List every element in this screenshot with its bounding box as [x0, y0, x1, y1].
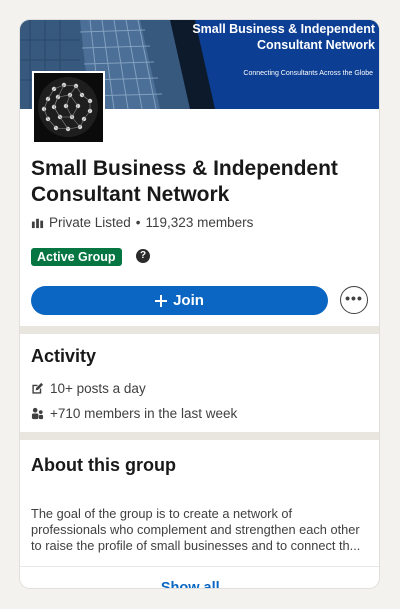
about-description: The goal of the group is to create a net… [31, 506, 371, 554]
join-button[interactable]: Join [31, 286, 328, 315]
edit-icon [32, 382, 44, 394]
help-icon[interactable]: ? [136, 249, 150, 263]
about-heading: About this group [31, 455, 176, 475]
active-group-badge: Active Group [31, 248, 122, 266]
about-line: to raise the profile of small businesses… [31, 538, 361, 553]
plus-icon [155, 294, 168, 307]
activity-heading: Activity [31, 346, 97, 366]
group-name: Small Business & Independent Consultant … [31, 157, 338, 206]
activity-item: 10+ posts a day [31, 381, 146, 396]
activity-section: Activity 10+ posts a day +710 members in… [20, 334, 379, 432]
show-all-link[interactable]: Show all → [20, 580, 379, 588]
banner-title: Small Business & Independent Consultant … [192, 22, 375, 52]
network-globe-icon [38, 77, 98, 137]
member-count: 119,323 members [145, 215, 254, 230]
members-icon [31, 407, 44, 420]
divider [20, 566, 379, 567]
visibility-label: Private Listed [49, 215, 131, 230]
about-line: professionals who complement and strengt… [31, 522, 360, 537]
activity-members-text: +710 members in the last week [50, 406, 238, 421]
group-header-section: Small Business & Independent Consultant … [20, 20, 379, 326]
privacy-listed-icon [31, 218, 44, 229]
group-meta: Private Listed • 119,323 members [31, 215, 253, 230]
about-section: About this group The goal of the group i… [20, 440, 379, 588]
group-logo [32, 71, 105, 144]
group-card: Small Business & Independent Consultant … [20, 20, 379, 588]
activity-posts-text: 10+ posts a day [50, 381, 146, 396]
banner-tagline: Connecting Consultants Across the Globe [243, 70, 373, 77]
join-label: Join [173, 292, 204, 309]
about-line: The goal of the group is to create a net… [31, 506, 293, 521]
activity-item: +710 members in the last week [31, 406, 237, 421]
more-options-button[interactable]: ••• [340, 286, 368, 314]
meta-separator: • [135, 215, 141, 230]
